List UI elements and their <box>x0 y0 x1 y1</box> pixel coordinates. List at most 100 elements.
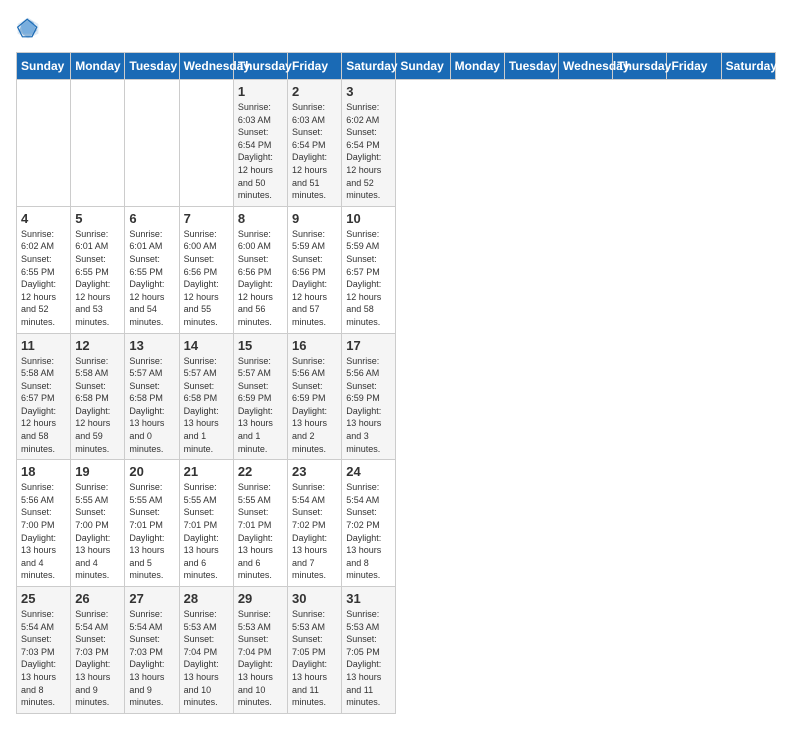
day-info: Sunrise: 5:54 AM Sunset: 7:03 PM Dayligh… <box>21 608 66 709</box>
calendar-cell: 23 Sunrise: 5:54 AM Sunset: 7:02 PM Dayli… <box>288 460 342 587</box>
day-number: 27 <box>129 591 174 606</box>
day-number: 23 <box>292 464 337 479</box>
day-number: 12 <box>75 338 120 353</box>
calendar-week-2: 4 Sunrise: 6:02 AM Sunset: 6:55 PM Daylig… <box>17 206 776 333</box>
header-sunday: Sunday <box>17 53 71 80</box>
calendar-cell: 13 Sunrise: 5:57 AM Sunset: 6:58 PM Dayli… <box>125 333 179 460</box>
calendar-cell: 26 Sunrise: 5:54 AM Sunset: 7:03 PM Dayli… <box>71 587 125 714</box>
header-monday: Monday <box>450 53 504 80</box>
calendar-week-4: 18 Sunrise: 5:56 AM Sunset: 7:00 PM Dayli… <box>17 460 776 587</box>
calendar-cell: 3 Sunrise: 6:02 AM Sunset: 6:54 PM Daylig… <box>342 80 396 207</box>
header-saturday: Saturday <box>721 53 775 80</box>
day-number: 14 <box>184 338 229 353</box>
day-info: Sunrise: 6:00 AM Sunset: 6:56 PM Dayligh… <box>238 228 283 329</box>
header-friday: Friday <box>667 53 721 80</box>
calendar-header-row: SundayMondayTuesdayWednesdayThursdayFrid… <box>17 53 776 80</box>
day-number: 9 <box>292 211 337 226</box>
calendar-cell: 24 Sunrise: 5:54 AM Sunset: 7:02 PM Dayli… <box>342 460 396 587</box>
calendar-cell: 18 Sunrise: 5:56 AM Sunset: 7:00 PM Dayli… <box>17 460 71 587</box>
calendar-cell: 25 Sunrise: 5:54 AM Sunset: 7:03 PM Dayli… <box>17 587 71 714</box>
day-number: 21 <box>184 464 229 479</box>
header-thursday: Thursday <box>613 53 667 80</box>
header-friday: Friday <box>288 53 342 80</box>
day-info: Sunrise: 6:02 AM Sunset: 6:54 PM Dayligh… <box>346 101 391 202</box>
day-number: 24 <box>346 464 391 479</box>
header-monday: Monday <box>71 53 125 80</box>
header-wednesday: Wednesday <box>179 53 233 80</box>
day-info: Sunrise: 6:03 AM Sunset: 6:54 PM Dayligh… <box>238 101 283 202</box>
calendar-cell: 30 Sunrise: 5:53 AM Sunset: 7:05 PM Dayli… <box>288 587 342 714</box>
day-number: 15 <box>238 338 283 353</box>
calendar-cell: 1 Sunrise: 6:03 AM Sunset: 6:54 PM Daylig… <box>233 80 287 207</box>
day-info: Sunrise: 5:57 AM Sunset: 6:58 PM Dayligh… <box>184 355 229 456</box>
day-info: Sunrise: 5:55 AM Sunset: 7:01 PM Dayligh… <box>129 481 174 582</box>
calendar-cell: 8 Sunrise: 6:00 AM Sunset: 6:56 PM Daylig… <box>233 206 287 333</box>
day-info: Sunrise: 5:59 AM Sunset: 6:56 PM Dayligh… <box>292 228 337 329</box>
calendar-cell <box>17 80 71 207</box>
logo <box>16 16 44 40</box>
day-info: Sunrise: 5:59 AM Sunset: 6:57 PM Dayligh… <box>346 228 391 329</box>
day-info: Sunrise: 5:53 AM Sunset: 7:04 PM Dayligh… <box>238 608 283 709</box>
day-info: Sunrise: 5:57 AM Sunset: 6:58 PM Dayligh… <box>129 355 174 456</box>
day-info: Sunrise: 5:56 AM Sunset: 7:00 PM Dayligh… <box>21 481 66 582</box>
day-number: 31 <box>346 591 391 606</box>
day-info: Sunrise: 5:53 AM Sunset: 7:05 PM Dayligh… <box>346 608 391 709</box>
day-info: Sunrise: 5:54 AM Sunset: 7:03 PM Dayligh… <box>75 608 120 709</box>
day-number: 10 <box>346 211 391 226</box>
day-number: 8 <box>238 211 283 226</box>
header-thursday: Thursday <box>233 53 287 80</box>
calendar-cell: 9 Sunrise: 5:59 AM Sunset: 6:56 PM Daylig… <box>288 206 342 333</box>
day-info: Sunrise: 5:54 AM Sunset: 7:02 PM Dayligh… <box>292 481 337 582</box>
day-number: 1 <box>238 84 283 99</box>
day-info: Sunrise: 5:56 AM Sunset: 6:59 PM Dayligh… <box>346 355 391 456</box>
calendar-cell: 27 Sunrise: 5:54 AM Sunset: 7:03 PM Dayli… <box>125 587 179 714</box>
day-info: Sunrise: 5:55 AM Sunset: 7:01 PM Dayligh… <box>238 481 283 582</box>
day-info: Sunrise: 6:02 AM Sunset: 6:55 PM Dayligh… <box>21 228 66 329</box>
day-info: Sunrise: 5:53 AM Sunset: 7:05 PM Dayligh… <box>292 608 337 709</box>
header-saturday: Saturday <box>342 53 396 80</box>
calendar-week-5: 25 Sunrise: 5:54 AM Sunset: 7:03 PM Dayli… <box>17 587 776 714</box>
calendar-cell: 20 Sunrise: 5:55 AM Sunset: 7:01 PM Dayli… <box>125 460 179 587</box>
day-info: Sunrise: 5:54 AM Sunset: 7:03 PM Dayligh… <box>129 608 174 709</box>
calendar-cell: 22 Sunrise: 5:55 AM Sunset: 7:01 PM Dayli… <box>233 460 287 587</box>
day-number: 22 <box>238 464 283 479</box>
day-number: 13 <box>129 338 174 353</box>
day-number: 4 <box>21 211 66 226</box>
calendar-cell: 6Sunrise: 6:01 AM Sunset: 6:55 PM Daylig… <box>125 206 179 333</box>
calendar-cell: 28 Sunrise: 5:53 AM Sunset: 7:04 PM Dayli… <box>179 587 233 714</box>
day-number: 7 <box>184 211 229 226</box>
day-number: 26 <box>75 591 120 606</box>
calendar-cell: 29 Sunrise: 5:53 AM Sunset: 7:04 PM Dayli… <box>233 587 287 714</box>
day-info: Sunrise: 5:55 AM Sunset: 7:01 PM Dayligh… <box>184 481 229 582</box>
calendar-cell <box>125 80 179 207</box>
day-number: 19 <box>75 464 120 479</box>
day-number: 30 <box>292 591 337 606</box>
header-wednesday: Wednesday <box>559 53 613 80</box>
day-number: 2 <box>292 84 337 99</box>
day-info: Sunrise: 6:01 AM Sunset: 6:55 PM Dayligh… <box>129 228 174 329</box>
day-number: 20 <box>129 464 174 479</box>
calendar-cell: 21 Sunrise: 5:55 AM Sunset: 7:01 PM Dayli… <box>179 460 233 587</box>
day-info: Sunrise: 5:54 AM Sunset: 7:02 PM Dayligh… <box>346 481 391 582</box>
day-number: 29 <box>238 591 283 606</box>
calendar-cell: 4 Sunrise: 6:02 AM Sunset: 6:55 PM Daylig… <box>17 206 71 333</box>
day-number: 25 <box>21 591 66 606</box>
calendar-week-1: 1 Sunrise: 6:03 AM Sunset: 6:54 PM Daylig… <box>17 80 776 207</box>
calendar-cell: 2 Sunrise: 6:03 AM Sunset: 6:54 PM Daylig… <box>288 80 342 207</box>
calendar-table: SundayMondayTuesdayWednesdayThursdayFrid… <box>16 52 776 714</box>
calendar-cell: 5Sunrise: 6:01 AM Sunset: 6:55 PM Daylig… <box>71 206 125 333</box>
header-sunday: Sunday <box>396 53 450 80</box>
day-number: 18 <box>21 464 66 479</box>
logo-icon <box>16 16 40 40</box>
calendar-cell: 19Sunrise: 5:55 AM Sunset: 7:00 PM Dayli… <box>71 460 125 587</box>
calendar-week-3: 11Sunrise: 5:58 AM Sunset: 6:57 PM Dayli… <box>17 333 776 460</box>
day-info: Sunrise: 6:03 AM Sunset: 6:54 PM Dayligh… <box>292 101 337 202</box>
day-info: Sunrise: 5:53 AM Sunset: 7:04 PM Dayligh… <box>184 608 229 709</box>
calendar-cell: 14 Sunrise: 5:57 AM Sunset: 6:58 PM Dayli… <box>179 333 233 460</box>
day-info: Sunrise: 5:58 AM Sunset: 6:58 PM Dayligh… <box>75 355 120 456</box>
day-number: 28 <box>184 591 229 606</box>
day-number: 11 <box>21 338 66 353</box>
calendar-cell: 10 Sunrise: 5:59 AM Sunset: 6:57 PM Dayli… <box>342 206 396 333</box>
day-number: 3 <box>346 84 391 99</box>
calendar-cell: 31 Sunrise: 5:53 AM Sunset: 7:05 PM Dayli… <box>342 587 396 714</box>
